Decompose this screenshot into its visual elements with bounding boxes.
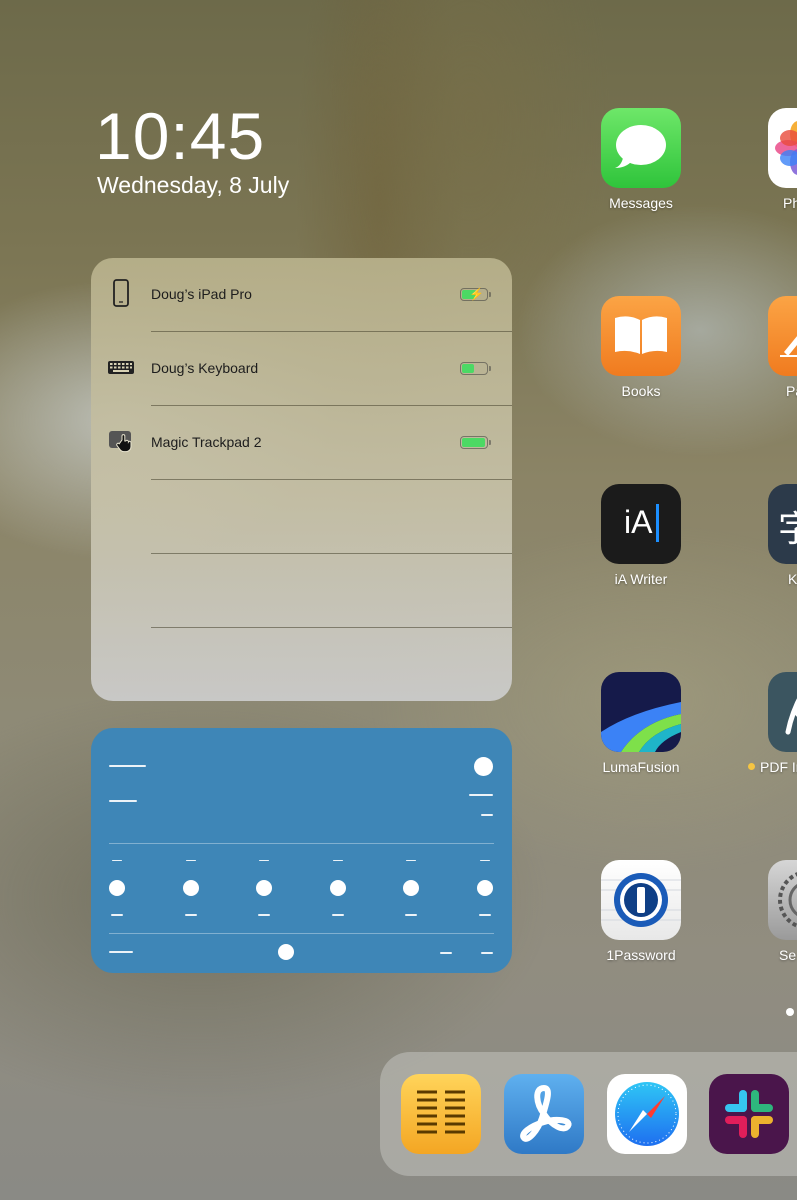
app-label: iA Writer	[614, 571, 668, 587]
battery-indicator: ⚡	[460, 287, 491, 301]
keyboard-icon	[108, 361, 134, 374]
onepassword-icon	[601, 860, 681, 940]
battery-indicator	[460, 436, 491, 449]
device-name: Doug’s Keyboard	[151, 360, 259, 376]
battery-indicator	[460, 362, 491, 375]
ia-writer-icon: iA	[601, 484, 681, 564]
battery-row-trackpad: Magic Trackpad 2	[91, 406, 512, 480]
app-label: K	[788, 571, 797, 587]
hourly-weather-icon	[256, 880, 272, 896]
battery-row-ipad: Doug’s iPad Pro ⚡	[91, 258, 512, 332]
settings-icon[interactable]	[768, 860, 797, 940]
photos-icon[interactable]	[768, 108, 797, 188]
kanji-app-icon[interactable]: 字	[768, 484, 797, 564]
device-name: Doug’s iPad Pro	[151, 286, 252, 302]
app-lumafusion[interactable]: LumaFusion	[591, 672, 691, 775]
lumafusion-icon	[601, 672, 681, 752]
app-label: Messages	[609, 195, 673, 211]
app-1password[interactable]: 1Password	[591, 860, 691, 963]
hourly-weather-icon	[477, 880, 493, 896]
safari-icon[interactable]	[607, 1074, 687, 1154]
daily-weather-icon	[278, 944, 294, 960]
clock-date: Wednesday, 8 July	[97, 172, 290, 198]
page-indicator-dot[interactable]	[786, 1008, 794, 1016]
pdf-expert-icon[interactable]	[504, 1074, 584, 1154]
notes-list-icon[interactable]	[401, 1074, 481, 1154]
hourly-weather-icon	[403, 880, 419, 896]
slack-icon[interactable]	[709, 1074, 789, 1154]
batteries-widget[interactable]: Doug’s iPad Pro ⚡ Doug’s Keyboard Magic …	[91, 258, 512, 701]
app-label: Ph	[783, 195, 797, 211]
clock-time: 10:45	[95, 99, 266, 173]
app-label: PDF In	[760, 759, 797, 775]
ia-writer-glyph: iA	[624, 504, 653, 540]
app-label: Se	[779, 947, 797, 963]
trackpad-icon	[109, 431, 132, 453]
app-messages[interactable]: Messages	[591, 108, 691, 211]
forecast-widget[interactable]	[91, 728, 512, 973]
hourly-weather-icon	[109, 880, 125, 896]
app-label: LumaFusion	[602, 759, 680, 775]
charging-bolt-icon: ⚡	[469, 287, 484, 301]
app-books[interactable]: Books	[591, 296, 691, 399]
ipad-icon	[113, 279, 129, 307]
app-label: 1Password	[606, 947, 676, 963]
battery-row-empty	[91, 554, 512, 628]
messages-icon	[601, 108, 681, 188]
battery-row-empty	[91, 480, 512, 554]
weather-condition-icon	[474, 757, 493, 776]
app-label: Books	[621, 383, 661, 399]
app-ia-writer[interactable]: iA iA Writer	[591, 484, 691, 587]
books-icon	[601, 296, 681, 376]
hourly-weather-icon	[183, 880, 199, 896]
pdf-app-icon[interactable]	[768, 672, 797, 752]
app-label: Pa	[786, 383, 797, 399]
device-name: Magic Trackpad 2	[151, 434, 262, 450]
battery-row-keyboard: Doug’s Keyboard	[91, 332, 512, 406]
pages-icon[interactable]	[768, 296, 797, 376]
new-app-dot	[748, 763, 755, 770]
hourly-weather-icon	[330, 880, 346, 896]
